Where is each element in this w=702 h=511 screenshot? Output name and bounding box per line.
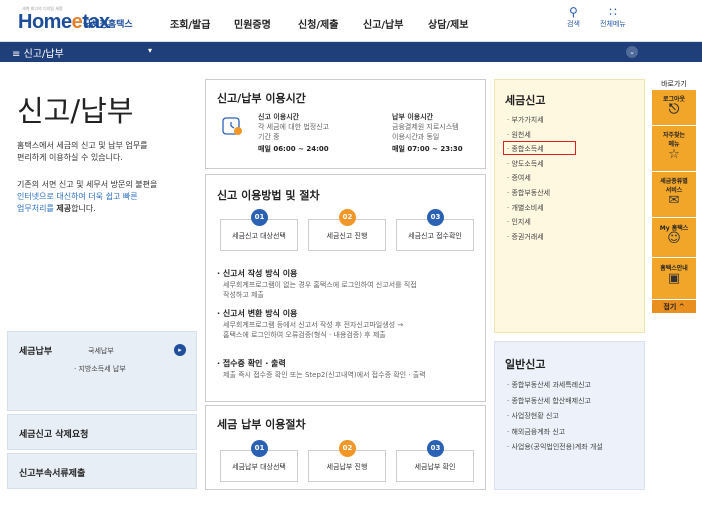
pay-hours-desc-b: 이용시간과 동일 [392,133,440,141]
link-real-estate-tax[interactable]: · 종합부동산세 [507,186,550,201]
local-income-tax-payment-link[interactable]: · 지방소득세 납부 [74,364,126,374]
user-icon: ☺ [667,231,681,246]
attach-documents-label: 신고부속서류제출 [19,469,86,479]
quick-menu-title: 바로가기 [661,80,687,88]
chevron-right-icon[interactable]: ▸ [174,344,186,356]
page-description: 홈택스에서 세금의 신고 및 납부 업무를 편리하게 이용하실 수 있습니다. [17,141,148,162]
method-write-title: · 신고서 작성 방식 이용 [217,269,298,278]
search-button[interactable]: ⚲ 검색 [567,5,580,29]
logo-korean: 국세청홈택스 [83,20,133,30]
collapse-button[interactable]: 접기 ^ [652,300,696,314]
menu-icon: ≡ [12,49,21,60]
chevron-down-icon[interactable]: ⌄ [626,46,638,58]
report-hours-time: 매일 06:00 ~ 24:00 [258,145,329,153]
sub-nav-title[interactable]: ≡ 신고/납부 [12,45,64,60]
report-process-title: 신고 이용방법 및 절차 [217,189,320,202]
step-number-2: 02 [339,209,356,226]
link-gift-tax[interactable]: · 증여세 [507,171,550,186]
pay-step-number-1: 01 [251,440,268,457]
step-number-3: 03 [427,209,444,226]
hours-title: 신고/납부 이용시간 [217,92,306,105]
tax-payment-title: 세금납부 [19,347,53,357]
tax-type-service-button[interactable]: 세금종류별 서비스 ✉ [652,172,696,218]
national-tax-payment-link[interactable]: 국세납부 [88,346,114,356]
pay-step-number-2: 02 [339,440,356,457]
pay-hours-time: 매일 07:00 ~ 23:30 [392,145,463,153]
report-process-card: 신고 이용방법 및 절차 세금신고 대상선택 01 세금신고 진행 02 세금신… [205,174,486,402]
link-securities-tax[interactable]: · 증권거래세 [507,230,550,245]
pay-hours-title: 납부 이용시간 [392,113,434,121]
caret-down-icon[interactable]: ▾ [148,46,152,55]
report-hours-desc-a: 각 세금에 대한 법정신고 [258,123,330,131]
link-capital-gains-tax[interactable]: · 양도소득세 [507,157,550,172]
general-report-list: · 종합부동산세 과세특례신고 · 종합부동산세 합산배제신고 · 사업장현황 … [507,378,603,456]
method-write-desc-a: 세무회계프로그램이 없는 경우 홈택스에 로그인하여 신고서를 직접 [223,281,417,289]
link-overseas-account[interactable]: · 해외금융계좌 신고 [507,425,603,441]
link-real-estate-special[interactable]: · 종합부동산세 과세특례신고 [507,378,603,394]
clock-icon [222,117,242,135]
my-hometax-button[interactable]: My 홈택스 ☺ [652,218,696,258]
all-menu-button[interactable]: ∷ 전체메뉴 [600,5,626,29]
tax-report-menu: 세금신고 · 부가가치세 · 원천세 · 종합소득세 · 양도소득세 · 증여세… [494,79,645,333]
logout-icon: ⎋ [668,102,680,117]
sub-nav-bar: ≡ 신고/납부 ▾ ⌄ [0,42,702,62]
hours-card: 신고/납부 이용시간 신고 이용시간 각 세금에 대한 법정신고 기간 중 매일… [205,79,486,169]
hometax-logo[interactable]: 세계 최고의 디지털 세정 Homeetax 국세청홈택스 [10,6,135,36]
nav-application[interactable]: 신청/제출 [298,16,338,31]
top-bar: 세계 최고의 디지털 세정 Homeetax 국세청홈택스 조회/발급 민원증명… [0,0,702,42]
nav-inquiry[interactable]: 조회/발급 [170,16,210,31]
method-convert-desc-b: 홈택스에 로그인하여 오류검증(형식 · 내용검증) 후 제출 [223,331,386,339]
receipt-print-desc: 제출 즉시 접수증 확인 또는 Step2(신고내역)에서 접수증 확인 · 출… [223,371,426,379]
favorite-menu-button[interactable]: 자주찾는 메뉴 ☆ [652,126,696,172]
tax-report-delete-box[interactable]: 세금신고 삭제요청 [7,414,197,450]
pay-step-number-3: 03 [427,440,444,457]
link-excise-tax[interactable]: · 개별소비세 [507,201,550,216]
link-stamp-tax[interactable]: · 인지세 [507,215,550,230]
general-report-menu: 일반신고 · 종합부동산세 과세특례신고 · 종합부동산세 합산배제신고 · 사… [494,341,645,490]
quick-menu: 바로가기 로그아웃 ⎋ 자주찾는 메뉴 ☆ 세금종류별 서비스 ✉ My 홈택스… [652,78,696,314]
tax-report-list: · 부가가치세 · 원천세 · 종합소득세 · 양도소득세 · 증여세 · 종합… [507,113,550,244]
report-hours-desc-b: 기간 중 [258,133,280,141]
receipt-print-title: · 접수증 확인 · 출력 [217,359,286,368]
tax-payment-box[interactable]: 세금납부 국세납부 ▸ · 지방소득세 납부 [7,331,197,411]
highlight-box [503,141,576,155]
tax-report-title: 세금신고 [505,94,546,107]
method-write-desc-b: 작성하고 제출 [223,291,264,299]
tax-report-delete-label: 세금신고 삭제요청 [19,430,89,440]
monitor-icon: ▣ [667,271,681,286]
logout-button[interactable]: 로그아웃 ⎋ [652,90,696,126]
page-title: 신고/납부 [17,94,134,128]
link-business-status[interactable]: · 사업장현황 신고 [507,409,603,425]
search-icon: ⚲ [569,5,578,19]
link-business-account[interactable]: · 사업용(공익법인전용)계좌 개설 [507,440,603,456]
page-description-2: 기존의 서면 신고 및 세무서 방문의 불편을 인터넷으로 대신하여 더욱 쉽고… [17,180,158,213]
link-real-estate-exclusion[interactable]: · 종합부동산세 합산배제신고 [507,394,603,410]
pay-hours-desc-a: 금융결제원 지로시스템 [392,123,459,131]
payment-process-card: 세금 납부 이용절차 세금납부 대상선택 01 세금납부 진행 02 세금납부 … [205,405,486,490]
nav-consult[interactable]: 상담/제보 [428,16,468,31]
report-hours-title: 신고 이용시간 [258,113,300,121]
document-icon: ✉ [668,193,680,208]
step-number-1: 01 [251,209,268,226]
link-vat[interactable]: · 부가가치세 [507,113,550,128]
general-report-title: 일반신고 [505,358,546,371]
hometax-guide-button[interactable]: 홈택스안내 ▣ [652,258,696,300]
attach-documents-box[interactable]: 신고부속서류제출 [7,453,197,489]
nav-report-pay[interactable]: 신고/납부 [363,16,403,31]
grid-icon: ∷ [609,5,617,19]
payment-process-title: 세금 납부 이용절차 [217,418,306,431]
nav-certificate[interactable]: 민원증명 [234,16,271,31]
link-withholding-tax[interactable]: · 원천세 [507,128,550,143]
method-convert-desc-a: 세무회계프로그램 등에서 신고서 작성 후 전자신고파일생성 → [223,321,404,329]
method-convert-title: · 신고서 변환 방식 이용 [217,309,298,318]
star-icon: ☆ [668,147,680,162]
